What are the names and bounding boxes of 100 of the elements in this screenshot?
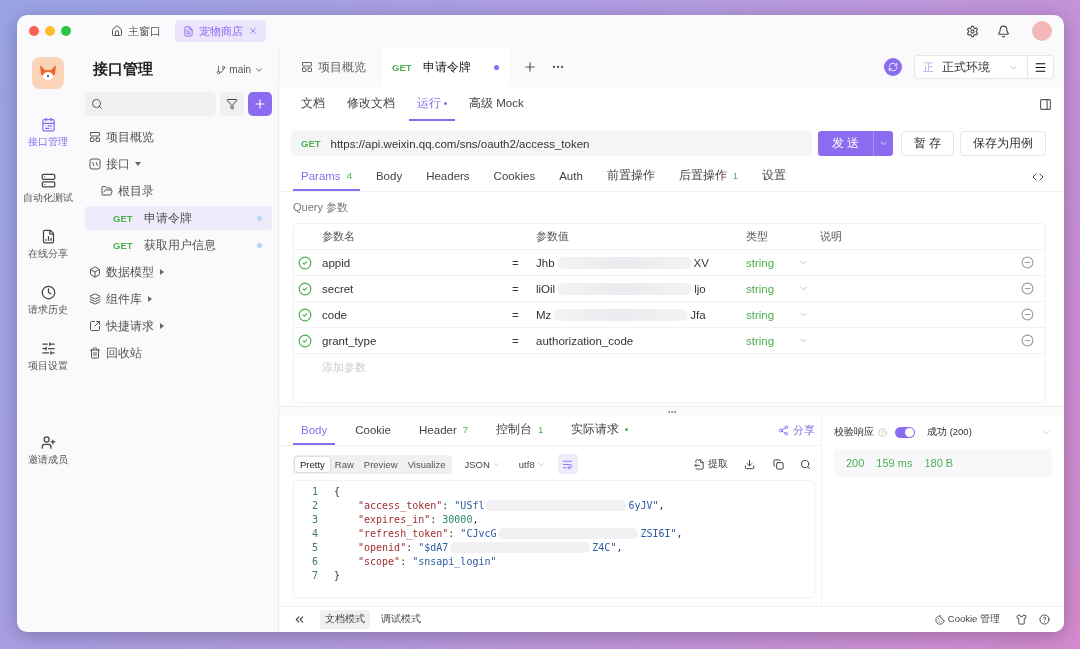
settings-icon[interactable]: [966, 24, 979, 38]
send-options-button[interactable]: [872, 131, 893, 156]
param-value[interactable]: Mz: [536, 308, 552, 321]
param-value[interactable]: authorization_code: [536, 334, 634, 347]
response-tab[interactable]: Cookie: [347, 416, 400, 445]
param-value[interactable]: liOil: [536, 282, 556, 295]
request-tab[interactable]: Cookies: [485, 162, 544, 191]
caret-icon[interactable]: [135, 161, 141, 167]
line-number: 3: [310, 513, 318, 525]
caret-icon[interactable]: [147, 296, 153, 302]
param-name[interactable]: secret: [322, 282, 512, 295]
save-as-case-button[interactable]: 保存为用例: [960, 131, 1046, 156]
tree-item[interactable]: 数据模型: [85, 260, 272, 284]
tree-item[interactable]: 组件库: [85, 287, 272, 311]
nav-item[interactable]: 邀请成员: [28, 435, 68, 467]
request-tab[interactable]: Auth: [551, 162, 591, 191]
new-tab-icon[interactable]: [522, 60, 537, 74]
operator: =: [512, 282, 520, 295]
view-mode-button[interactable]: Raw: [329, 456, 359, 472]
line-number: 7: [310, 569, 318, 581]
copy-icon[interactable]: [773, 458, 784, 470]
tree-item[interactable]: 接口: [85, 152, 272, 176]
encoding-selector[interactable]: utf8: [512, 458, 552, 470]
response-tab[interactable]: 实际请求: [563, 416, 637, 445]
response-tab[interactable]: Header 7: [411, 416, 477, 445]
enabled-icon[interactable]: [298, 281, 312, 296]
view-tab[interactable]: 运行: [409, 87, 455, 121]
search-field[interactable]: [85, 92, 216, 116]
view-mode-button[interactable]: Visualize: [402, 456, 451, 472]
search-icon[interactable]: [800, 458, 811, 470]
layout-icon: [301, 61, 313, 73]
request-tab[interactable]: Params 4: [293, 162, 360, 191]
validation-result[interactable]: 成功 (200): [927, 426, 972, 439]
tree-item[interactable]: 快捷请求: [85, 314, 272, 338]
view-tab[interactable]: 修改文档: [339, 87, 403, 121]
tree-item[interactable]: GET 获取用户信息: [85, 233, 272, 257]
request-tab[interactable]: 前置操作: [598, 162, 663, 191]
tree-item[interactable]: GET 申请令牌: [85, 206, 272, 230]
add-button[interactable]: [248, 92, 272, 116]
param-value[interactable]: XV: [693, 256, 709, 269]
view-mode-button[interactable]: Preview: [358, 456, 403, 472]
shirt-icon[interactable]: [1016, 614, 1027, 625]
nav-item[interactable]: 在线分享: [28, 229, 68, 261]
view-mode-button[interactable]: Pretty: [295, 456, 330, 472]
tree-item[interactable]: 项目概览: [85, 125, 272, 149]
close-button[interactable]: [29, 26, 39, 36]
caret-icon[interactable]: [159, 269, 165, 275]
mode-button[interactable]: 文档模式: [320, 610, 370, 629]
close-icon[interactable]: [248, 26, 258, 36]
response-tab[interactable]: Body: [293, 416, 336, 445]
view-tab[interactable]: 高级 Mock: [461, 87, 532, 121]
nav-item[interactable]: 项目设置: [28, 341, 68, 373]
request-tab[interactable]: Headers: [418, 162, 478, 191]
param-name[interactable]: appid: [322, 256, 512, 269]
enabled-icon[interactable]: [298, 255, 312, 270]
tree-item[interactable]: 根目录: [85, 179, 272, 203]
window-tab[interactable]: 主窗口: [103, 20, 169, 42]
request-tab[interactable]: 后置操作 1: [670, 162, 747, 191]
nav-item[interactable]: 接口管理: [28, 117, 68, 149]
param-value[interactable]: Jfa: [690, 308, 706, 321]
sync-button[interactable]: [884, 58, 902, 76]
panel-icon[interactable]: [1039, 97, 1052, 111]
document-tab[interactable]: GET 申请令牌: [382, 47, 509, 87]
remove-icon[interactable]: [1021, 256, 1034, 269]
app-logo: [32, 57, 64, 89]
mode-button[interactable]: 调试模式: [376, 610, 426, 629]
format-selector[interactable]: JSON: [458, 458, 507, 470]
validate-toggle[interactable]: [895, 427, 915, 438]
tree-item[interactable]: 回收站: [85, 341, 272, 365]
nav-item[interactable]: 自动化测试: [23, 173, 73, 205]
param-name[interactable]: grant_type: [322, 334, 512, 347]
filter-button[interactable]: [220, 92, 244, 116]
collapse-icon[interactable]: [293, 613, 306, 626]
nav-item[interactable]: 请求历史: [28, 285, 68, 317]
param-value[interactable]: Jhb: [536, 256, 555, 269]
remove-icon[interactable]: [1021, 308, 1034, 321]
wrap-button[interactable]: [557, 454, 578, 474]
notification-icon[interactable]: [997, 24, 1010, 38]
url-field[interactable]: GET https://api.weixin.qq.com/sns/oauth2/access_token: [291, 131, 812, 156]
request-tab[interactable]: 设置: [754, 162, 795, 191]
view-tab[interactable]: 文档: [293, 87, 333, 121]
remove-icon[interactable]: [1021, 334, 1034, 347]
response-tab[interactable]: 控制台 1: [488, 416, 552, 445]
enabled-icon[interactable]: [298, 307, 312, 322]
extract-button[interactable]: 提取: [690, 457, 732, 471]
cookie-manager-button[interactable]: Cookie 管理: [930, 613, 1004, 626]
maximize-button[interactable]: [61, 26, 71, 36]
branch-selector[interactable]: main: [216, 64, 264, 75]
request-tab[interactable]: Body: [367, 162, 411, 191]
document-tab[interactable]: 项目概览: [291, 47, 376, 87]
remove-icon[interactable]: [1021, 282, 1034, 295]
download-icon[interactable]: [744, 458, 755, 470]
caret-icon[interactable]: [159, 323, 165, 329]
param-name[interactable]: code: [322, 308, 512, 321]
line-number: 1: [310, 485, 318, 497]
share-link[interactable]: 分享: [778, 416, 815, 445]
param-value[interactable]: ljo: [694, 282, 706, 295]
enabled-icon[interactable]: [298, 333, 312, 348]
save-button[interactable]: 暂 存: [900, 131, 954, 156]
help-icon[interactable]: [1039, 614, 1050, 625]
